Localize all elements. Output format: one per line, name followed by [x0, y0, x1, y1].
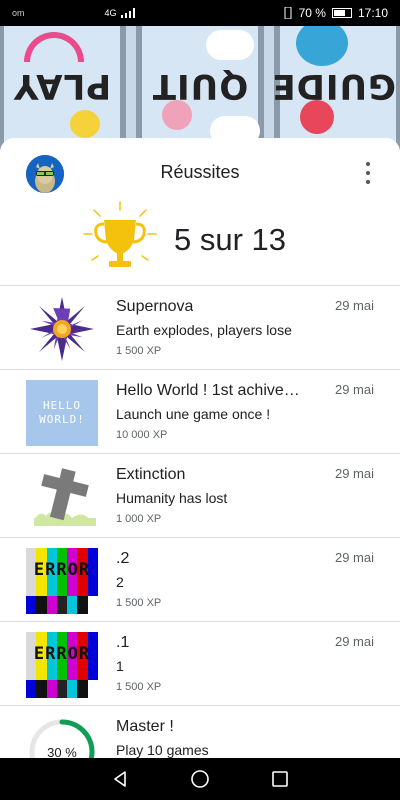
sheet-title: Réussites — [160, 162, 240, 182]
face-icon — [162, 100, 192, 130]
achievement-title: .2 — [116, 550, 130, 567]
achievement-progress: 5 sur 13 — [80, 200, 286, 280]
cloud-icon — [206, 30, 254, 60]
more-dot — [366, 180, 370, 184]
progress-ring-icon: 30 % — [29, 719, 95, 758]
guide-label: GUIDE — [271, 66, 396, 106]
back-button[interactable] — [107, 766, 133, 792]
carrier-text: om — [12, 8, 25, 18]
recents-button[interactable] — [267, 766, 293, 792]
achievement-title: Hello World ! 1st achivement — [116, 382, 312, 399]
navigation-bar — [0, 758, 400, 800]
quit-label: QUIT — [151, 66, 249, 106]
play-tile[interactable]: PLAY — [0, 26, 126, 156]
achievement-row-master[interactable]: 30 % Master ! Play 10 games — [0, 706, 400, 758]
achievement-description: Earth explodes, players lose — [116, 322, 292, 338]
achievement-description: Launch une game once ! — [116, 406, 271, 422]
achievements-sheet: Réussites 5 sur 13 Supernova 29 mai Eart… — [0, 138, 400, 758]
achievement-row-supernova[interactable]: Supernova 29 mai Earth explodes, players… — [0, 286, 400, 370]
planet-icon — [296, 26, 348, 66]
star-creature-icon — [70, 110, 100, 138]
achievement-row-extinction[interactable]: Extinction 29 mai Humanity has lost 1 00… — [0, 454, 400, 538]
battery-icon — [331, 8, 352, 18]
achievement-description: 2 — [116, 574, 124, 590]
vibrate-icon — [284, 7, 292, 19]
progress-percent-label: 30 % — [47, 745, 77, 758]
guide-tile[interactable]: GUIDE — [271, 26, 400, 156]
network-indicator: 4G — [105, 8, 135, 18]
back-triangle-icon — [114, 771, 126, 787]
recents-square-icon — [272, 771, 288, 787]
achievement-xp: 1 000 XP — [116, 513, 162, 525]
achievement-description: 1 — [116, 658, 124, 674]
achievement-xp: 1 500 XP — [116, 345, 162, 357]
more-options-button[interactable] — [364, 162, 372, 184]
ringed-planet-icon — [300, 100, 334, 134]
home-circle-icon — [191, 770, 209, 788]
rainbow-icon — [24, 32, 84, 62]
achievement-title: .1 — [116, 634, 130, 651]
achievement-title: Supernova — [116, 298, 194, 315]
achievement-xp: 1 500 XP — [116, 597, 162, 609]
more-dot — [366, 162, 370, 166]
achievement-title: Master ! — [116, 718, 174, 735]
trophy-icon — [83, 201, 157, 267]
error-text: ERROR — [33, 644, 91, 664]
home-button[interactable] — [187, 766, 213, 792]
achievement-title: Extinction — [116, 466, 186, 483]
achievement-xp: 1 500 XP — [116, 681, 162, 693]
achievement-date: 29 mai — [334, 382, 374, 397]
achievement-date: 29 mai — [334, 550, 374, 565]
quit-tile[interactable]: QUIT — [136, 26, 264, 156]
error-text: ERROR — [33, 560, 91, 580]
achievement-description: Play 10 games — [116, 742, 209, 758]
error-test-card-image: ERROR — [26, 632, 98, 698]
achievement-date: 29 mai — [334, 298, 374, 313]
game-background: PLAY QUIT GUIDE — [0, 26, 400, 156]
achievement-row-hello-world[interactable]: HELLO WORLD! Hello World ! 1st achivement… — [0, 370, 400, 454]
achievements-list: Supernova 29 mai Earth explodes, players… — [0, 286, 400, 758]
tombstone-icon — [34, 468, 96, 526]
sheet-header: Réussites 5 sur 13 — [0, 138, 400, 286]
achievement-row-1[interactable]: ERROR .1 29 mai 1 1 500 XP — [0, 622, 400, 706]
progress-count: 5 sur 13 — [174, 222, 287, 257]
achievement-description: Humanity has lost — [116, 490, 228, 506]
network-label: 4G — [104, 8, 117, 18]
achievement-date: 29 mai — [334, 634, 374, 649]
status-bar: om 4G 70 % 17:10 — [0, 0, 400, 26]
achievement-xp: 10 000 XP — [116, 429, 168, 441]
battery-percent: 70 % — [298, 6, 326, 20]
achievement-date: 29 mai — [334, 466, 374, 481]
hello-world-image: HELLO WORLD! — [26, 380, 98, 446]
achievement-row-2[interactable]: ERROR .2 29 mai 2 1 500 XP — [0, 538, 400, 622]
clock: 17:10 — [357, 6, 388, 20]
signal-icon — [120, 8, 135, 18]
more-dot — [366, 171, 370, 175]
error-test-card-image: ERROR — [26, 548, 98, 614]
play-label: PLAY — [12, 66, 112, 106]
supernova-icon — [30, 297, 94, 361]
